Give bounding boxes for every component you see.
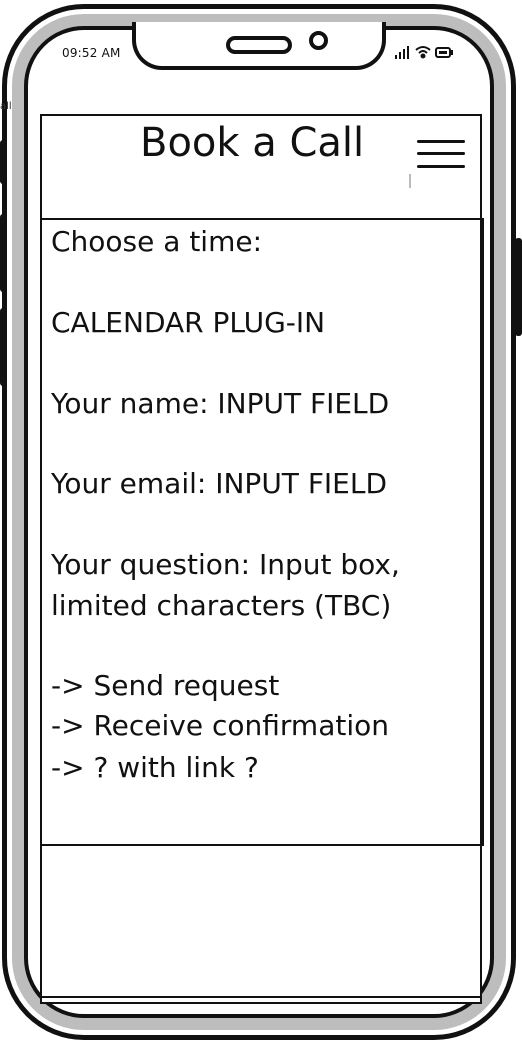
volume-down-button (0, 308, 7, 386)
receive-confirmation-step: -> Receive confirmation (51, 709, 389, 742)
hamburger-menu-icon[interactable] (417, 138, 465, 170)
status-icons-svg (395, 46, 453, 59)
edge-label: all (0, 101, 12, 112)
question-field-note: limited characters (TBC) (51, 589, 392, 622)
send-request-step[interactable]: -> Send request (51, 669, 279, 703)
battery-icon (435, 47, 453, 58)
camera-icon (309, 31, 328, 50)
scroll-tick (409, 174, 411, 188)
status-icons (394, 44, 458, 64)
page-title: Book a Call (140, 120, 365, 166)
screen-bottom-edge (40, 996, 482, 1002)
name-field[interactable]: Your name: INPUT FIELD (51, 387, 389, 421)
choose-time-label: Choose a time: (51, 225, 263, 258)
power-button (515, 238, 522, 336)
link-step: -> ? with link ? (51, 751, 259, 784)
calendar-plugin[interactable]: CALENDAR PLUG-IN (51, 306, 325, 340)
volume-up-button (0, 214, 7, 292)
speaker-icon (226, 36, 292, 54)
wifi-icon (415, 46, 431, 59)
status-time: 09:52 AM (62, 46, 121, 60)
question-field[interactable]: Your question: Input box, (51, 548, 400, 582)
email-field[interactable]: Your email: INPUT FIELD (51, 467, 387, 501)
signal-icon (395, 46, 409, 59)
mute-switch (0, 140, 7, 184)
